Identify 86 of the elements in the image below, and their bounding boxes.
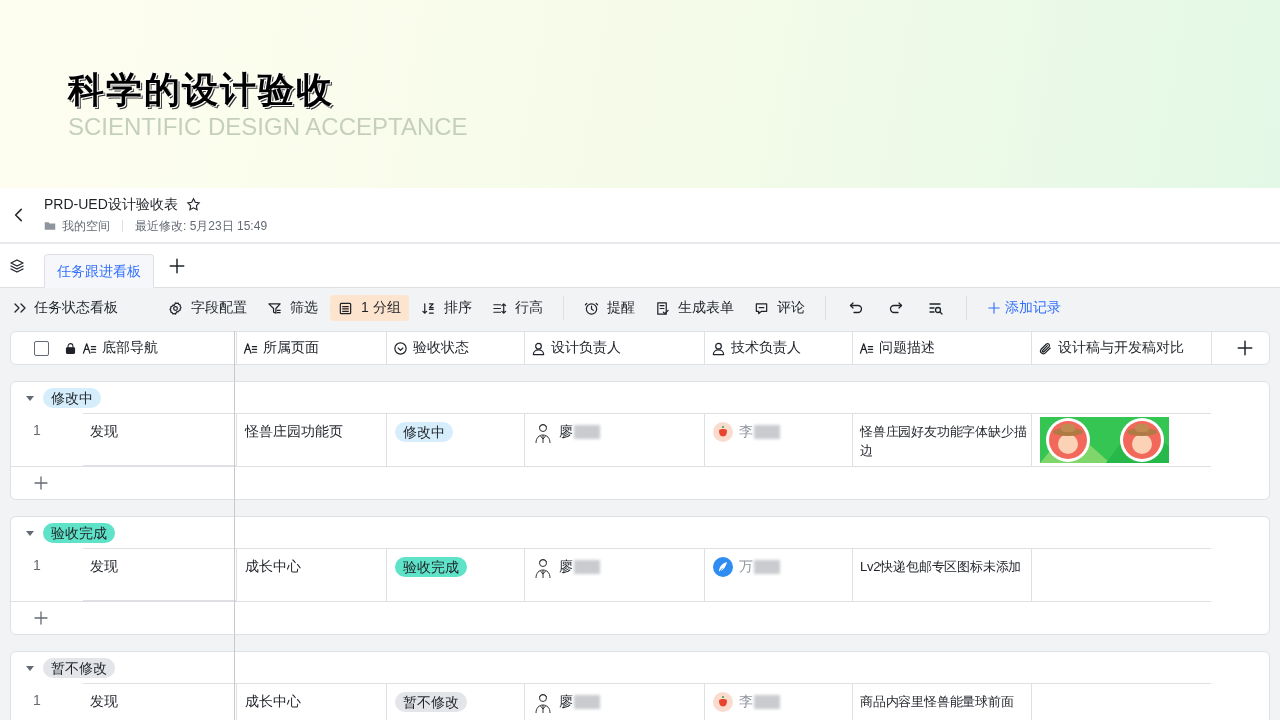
person-name: 李	[739, 422, 753, 441]
toolbar-button[interactable]: 提醒	[575, 295, 643, 321]
undo-icon[interactable]	[847, 300, 864, 316]
select-all-checkbox[interactable]	[34, 340, 49, 356]
toolbar-button[interactable]: 行高	[483, 295, 551, 321]
row-height-icon	[491, 300, 507, 316]
blurred-name-mark	[754, 424, 780, 439]
add-icon[interactable]	[168, 256, 186, 275]
filter-icon	[267, 300, 282, 316]
gear-icon	[168, 300, 183, 316]
blurred-name-mark	[574, 559, 600, 574]
table-cell: 成长中心	[245, 557, 301, 576]
person-name: 李	[739, 692, 753, 711]
table-cell: 怪兽庄园功能页	[245, 422, 343, 441]
view-switcher[interactable]: 任务状态看板	[10, 295, 126, 321]
redo-icon[interactable]	[887, 300, 904, 316]
add-row-icon[interactable]	[33, 610, 49, 626]
row-number: 1	[33, 421, 41, 440]
banner-title: 科学的设计验收	[68, 68, 334, 112]
paperclip-icon	[1038, 340, 1053, 356]
person-icon	[531, 340, 546, 356]
person-icon	[711, 340, 726, 356]
toolbar-button[interactable]: 筛选	[259, 295, 326, 321]
column-header[interactable]: 所属页面	[263, 339, 319, 357]
table-cell-text: 商品内容里怪兽能量球前面	[860, 693, 1014, 711]
pepper-avatar-icon	[713, 692, 733, 712]
folder-icon	[44, 220, 56, 232]
plus-icon	[986, 301, 1001, 315]
toolbar-button[interactable]: 生成表单	[646, 295, 742, 321]
toolbar-button[interactable]: 排序	[412, 295, 480, 321]
feather-avatar-icon	[713, 557, 733, 577]
table-cell: 成长中心	[245, 692, 301, 711]
pepper-avatar-icon	[713, 422, 733, 442]
person-avatar-icon	[533, 557, 553, 579]
check-circle-icon	[393, 340, 408, 356]
person-avatar-icon	[533, 422, 553, 444]
modified-time: 最近修改: 5月23日 15:49	[135, 217, 268, 235]
comment-icon	[753, 300, 769, 316]
document-title: PRD-UED设计验收表	[44, 195, 178, 214]
table-cell: 发现	[90, 558, 118, 574]
group-tag: 暂不修改	[43, 657, 115, 678]
alarm-clock-icon	[583, 300, 599, 316]
group-tag: 修改中	[43, 387, 101, 408]
lock-icon	[64, 341, 77, 355]
location-link[interactable]: 我的空间	[62, 217, 110, 235]
blurred-name-mark	[574, 694, 600, 709]
toolbar-button[interactable]: 评论	[745, 295, 813, 321]
blurred-name-mark	[754, 694, 780, 709]
view-tab[interactable]: 任务跟进看板	[44, 254, 154, 288]
toolbar-button[interactable]: 1 分组	[330, 295, 409, 321]
row-number: 1	[33, 691, 41, 710]
status-tag: 修改中	[395, 422, 453, 442]
column-header[interactable]: 技术负责人	[731, 339, 801, 357]
sort-icon	[420, 300, 436, 316]
column-header[interactable]: 设计稿与开发稿对比	[1058, 339, 1184, 357]
table-cell-text: Lv2快递包邮专区图标未添加	[860, 558, 1022, 576]
add-record-button[interactable]: 添加记录	[978, 295, 1069, 321]
toolbar-button[interactable]: 字段配置	[160, 295, 255, 321]
list-icon	[338, 300, 353, 316]
table-cell: 发现	[90, 693, 118, 709]
blurred-name-mark	[754, 559, 780, 574]
table-cell-text: 怪兽庄园好友功能字体缺少描边	[860, 423, 1028, 460]
add-column-icon[interactable]	[1235, 339, 1254, 357]
text-field-icon	[82, 340, 97, 356]
row-number: 1	[33, 556, 41, 575]
status-tag: 验收完成	[395, 557, 467, 577]
star-icon[interactable]	[185, 197, 201, 212]
status-tag: 暂不修改	[395, 692, 467, 712]
add-row-icon[interactable]	[33, 475, 49, 491]
text-field-icon	[859, 340, 874, 356]
group-tag: 验收完成	[43, 522, 115, 543]
person-avatar-icon	[533, 692, 553, 714]
column-header[interactable]: 设计负责人	[551, 339, 621, 357]
layers-icon[interactable]	[9, 257, 25, 274]
table-cell: 发现	[90, 423, 118, 439]
column-header[interactable]: 底部导航	[102, 339, 158, 357]
text-field-icon	[243, 340, 258, 356]
person-name: 廖	[559, 692, 573, 711]
form-icon	[654, 300, 670, 316]
column-header[interactable]: 问题描述	[879, 339, 935, 357]
person-name: 廖	[559, 422, 573, 441]
blurred-name-mark	[574, 424, 600, 439]
column-header[interactable]: 验收状态	[413, 339, 469, 357]
person-name: 万	[739, 557, 753, 576]
find-icon[interactable]	[927, 300, 944, 316]
person-name: 廖	[559, 557, 573, 576]
